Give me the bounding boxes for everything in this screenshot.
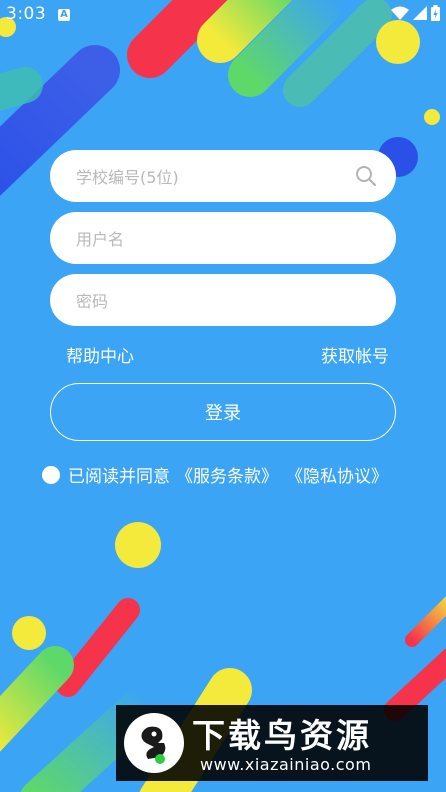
school-code-input[interactable] <box>74 150 348 204</box>
watermark-title: 下载鸟资源 <box>192 716 372 755</box>
watermark-url: www.xiazainiao.com <box>200 755 372 774</box>
login-button[interactable]: 登录 <box>50 383 396 441</box>
privacy-link[interactable]: 《隐私协议》 <box>286 462 388 487</box>
username-field <box>50 212 396 266</box>
username-input[interactable] <box>74 212 348 266</box>
wifi-icon <box>391 6 409 20</box>
help-center-link[interactable]: 帮助中心 <box>66 342 134 367</box>
watermark-banner: 下载鸟资源 www.xiazainiao.com <box>116 705 428 781</box>
signal-icon <box>413 6 427 20</box>
agree-radio[interactable] <box>42 465 60 484</box>
notification-icon: A <box>58 9 70 21</box>
agreement-text: 已阅读并同意 <box>68 467 170 487</box>
password-input[interactable] <box>74 274 348 328</box>
terms-link[interactable]: 《服务条款》 <box>176 462 278 487</box>
status-icons <box>391 5 440 21</box>
password-field <box>50 274 396 328</box>
search-icon[interactable] <box>354 164 378 188</box>
battery-icon <box>431 5 440 21</box>
status-bar: 3:03 A <box>0 0 446 30</box>
bird-logo-icon <box>124 713 184 773</box>
school-code-field <box>50 150 396 204</box>
status-time: 3:03 <box>6 4 47 24</box>
agreement-row: 已阅读并同意 《服务条款》 《隐私协议》 <box>42 462 388 487</box>
get-account-link[interactable]: 获取帐号 <box>321 342 389 367</box>
login-screen: 3:03 A 帮助中心 获取帐号 登录 <box>0 0 446 792</box>
